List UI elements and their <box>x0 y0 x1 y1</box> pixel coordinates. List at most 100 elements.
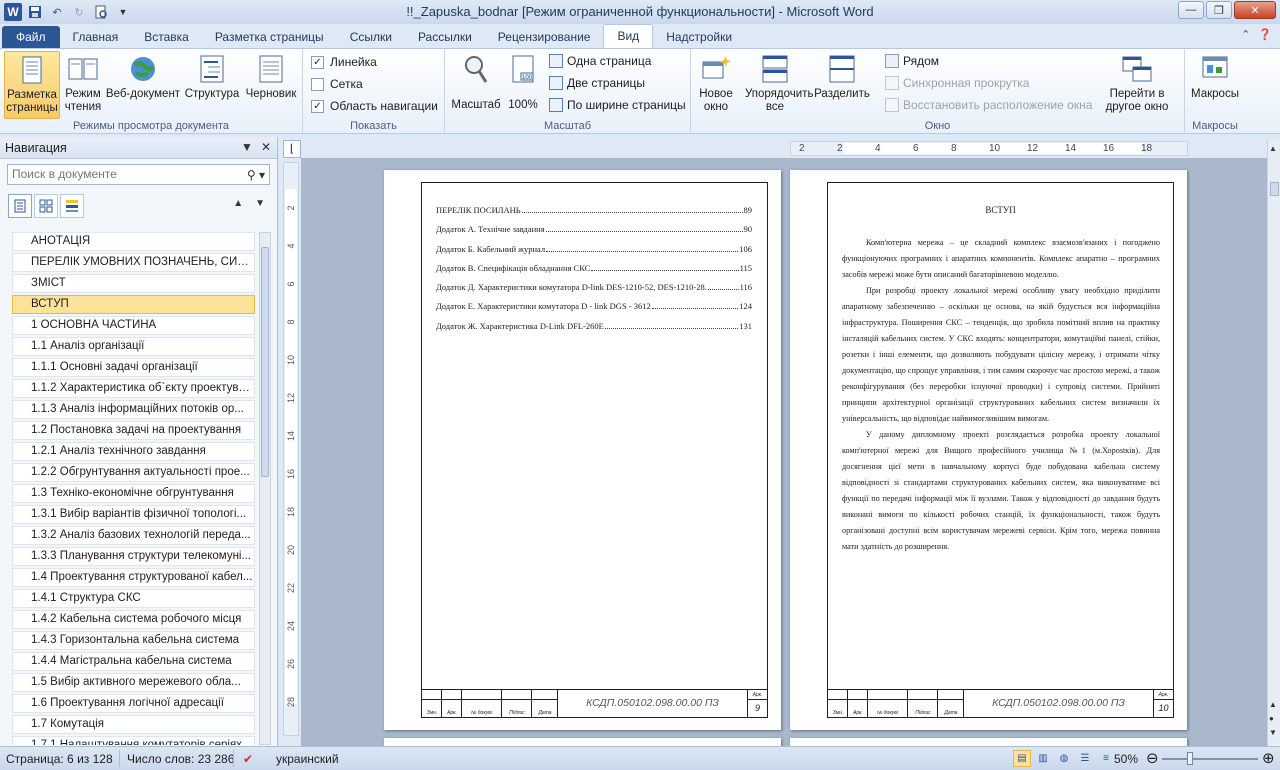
prev-page-icon[interactable]: ▲ <box>1269 700 1277 709</box>
nav-heading-item[interactable]: 1.2 Постановка задачі на проектування <box>12 421 255 440</box>
status-reading-icon[interactable]: ▥ <box>1034 750 1052 767</box>
spelling-status-icon[interactable]: ✔ <box>243 752 253 766</box>
tab-view[interactable]: Вид <box>603 24 654 48</box>
nav-heading-item[interactable]: 1.5 Вибір активного мережевого обла... <box>12 673 255 692</box>
word-logo-icon[interactable]: W <box>4 3 22 21</box>
one-page-button[interactable]: Одна страница <box>549 54 651 68</box>
nav-heading-item[interactable]: ЗМІСТ <box>12 274 255 293</box>
split-button[interactable]: Разделить <box>813 51 871 101</box>
toc-entry[interactable]: Додаток Б. Кабельний журнал 106 <box>436 244 752 263</box>
help-icon[interactable]: ❓ <box>1258 28 1272 41</box>
page-left[interactable]: ПЕРЕЛІК ПОСИЛАНЬ 89 Додаток А. Технічне за… <box>384 170 781 730</box>
customize-qat-icon[interactable]: ▼ <box>114 3 132 21</box>
ruler-checkbox[interactable]: ✓ Линейка <box>311 55 377 69</box>
print-layout-button[interactable]: Разметка страницы <box>4 51 60 119</box>
web-layout-button[interactable]: Веб-документ <box>104 51 182 101</box>
nav-heading-item[interactable]: 1.4.3 Горизонтальна кабельна система <box>12 631 255 650</box>
tab-home[interactable]: Главная <box>60 26 132 48</box>
nav-heading-item[interactable]: 1.6 Проектування логічної адресації <box>12 694 255 713</box>
toc-entry[interactable]: Додаток А. Технічне завдання 90 <box>436 224 752 243</box>
tab-selector-icon[interactable]: ⌊ <box>283 140 301 158</box>
search-icon[interactable]: ⚲ ▾ <box>247 166 265 185</box>
nav-close-icon[interactable]: ✕ <box>261 140 271 154</box>
status-outline-icon[interactable]: ☰ <box>1076 750 1094 767</box>
tab-addins[interactable]: Надстройки <box>653 26 745 48</box>
outline-button[interactable]: Структура <box>184 51 240 101</box>
nav-heading-item[interactable]: 1.1.3 Аналіз інформаційних потоків ор... <box>12 400 255 419</box>
nav-menu-icon[interactable]: ▼ <box>241 140 253 154</box>
toc-entry[interactable]: Додаток Е. Характеристики комутатора D -… <box>436 301 752 320</box>
nav-heading-item[interactable]: 1.1.1 Основні задачі організації <box>12 358 255 377</box>
zoom-in-icon[interactable]: ⊕ <box>1262 749 1275 767</box>
draft-button[interactable]: Черновик <box>242 51 300 101</box>
status-print-layout-icon[interactable]: ▤ <box>1013 750 1031 767</box>
tab-file[interactable]: Файл <box>2 26 60 48</box>
sync-scroll-button[interactable]: Синхронная прокрутка <box>885 76 1029 90</box>
document-area[interactable]: ПЕРЕЛІК ПОСИЛАНЬ 89 Додаток А. Технічне за… <box>301 158 1267 746</box>
tab-page-layout[interactable]: Разметка страницы <box>202 26 337 48</box>
page-right[interactable]: ВСТУП Комп'ютерна мережа – це складний к… <box>790 170 1187 730</box>
print-preview-icon[interactable] <box>92 3 110 21</box>
nav-heading-item[interactable]: 1.3.2 Аналіз базових технологій переда..… <box>12 526 255 545</box>
next-page-icon[interactable]: ▼ <box>1269 728 1277 737</box>
scroll-up-icon[interactable]: ▲ <box>1269 144 1277 153</box>
redo-icon[interactable]: ↻ <box>70 3 88 21</box>
nav-heading-item[interactable]: ВСТУП <box>12 295 255 314</box>
results-view-icon[interactable] <box>60 194 84 218</box>
reset-window-position-button[interactable]: Восстановить расположение окна <box>885 98 1092 112</box>
toc-entry[interactable]: Додаток Д. Характеристики комутатора D-l… <box>436 282 752 301</box>
nav-heading-item[interactable]: 1.1.2 Характеристика об`єкту проектува..… <box>12 379 255 398</box>
switch-windows-button[interactable]: Перейти в другое окно <box>1097 51 1177 114</box>
nav-heading-item[interactable]: 1.4.1 Структура СКС <box>12 589 255 608</box>
zoom-level[interactable]: 50% <box>1114 752 1138 766</box>
language-indicator[interactable]: украинский <box>276 752 339 766</box>
undo-icon[interactable]: ↶ <box>48 3 66 21</box>
pages-view-icon[interactable] <box>34 194 58 218</box>
word-count[interactable]: Число слов: 23 286 <box>127 752 234 766</box>
side-by-side-button[interactable]: Рядом <box>885 54 939 68</box>
document-scroll-thumb[interactable] <box>1270 182 1279 196</box>
nav-heading-item[interactable]: 1 ОСНОВНА ЧАСТИНА <box>12 316 255 335</box>
nav-heading-item[interactable]: 1.3.3 Планування структури телекомуні... <box>12 547 255 566</box>
document-scrollbar[interactable]: ▲ ▲ ● ▼ <box>1267 140 1280 746</box>
page-count[interactable]: Страница: 6 из 128 <box>6 752 113 766</box>
toc-entry[interactable]: Додаток В. Специфікація обладнання СКС 11… <box>436 263 752 282</box>
tab-review[interactable]: Рецензирование <box>485 26 604 48</box>
zoom-button[interactable]: Масштаб <box>451 51 501 112</box>
page-next-right[interactable] <box>790 738 1187 746</box>
tab-references[interactable]: Ссылки <box>337 26 405 48</box>
next-heading-icon[interactable]: ▼ <box>255 198 265 209</box>
status-web-icon[interactable]: ◍ <box>1055 750 1073 767</box>
new-window-button[interactable]: Новое окно <box>695 51 737 114</box>
minimize-ribbon-icon[interactable]: ⌃ <box>1241 28 1250 41</box>
macros-button[interactable]: Макросы <box>1187 51 1243 101</box>
nav-heading-item[interactable]: АНОТАЦІЯ <box>12 232 255 251</box>
horizontal-ruler[interactable]: 2 2 4 6 8 10 12 14 16 18 <box>790 141 1188 156</box>
nav-heading-item[interactable]: 1.7.1 Налаштування комутаторів серіях... <box>12 736 255 745</box>
vertical-ruler[interactable]: 2 4 6 8 10 12 14 16 18 20 22 24 26 28 <box>283 162 299 736</box>
nav-heading-item[interactable]: 1.7 Комутація <box>12 715 255 734</box>
nav-heading-item[interactable]: ПЕРЕЛІК УМОВНИХ ПОЗНАЧЕНЬ, СИМВ... <box>12 253 255 272</box>
close-icon[interactable]: ✕ <box>1234 1 1276 19</box>
nav-heading-item[interactable]: 1.1 Аналіз організації <box>12 337 255 356</box>
prev-heading-icon[interactable]: ▲ <box>233 198 243 209</box>
nav-heading-item[interactable]: 1.3 Техніко-економічне обгрунтування <box>12 484 255 503</box>
nav-heading-item[interactable]: 1.3.1 Вибір варіантів фізичної топологі.… <box>12 505 255 524</box>
minimize-icon[interactable]: — <box>1178 1 1204 19</box>
nav-heading-item[interactable]: 1.2.2 Обгрунтування актуальності прое... <box>12 463 255 482</box>
nav-heading-item[interactable]: 1.4 Проектування структурованої кабел... <box>12 568 255 587</box>
save-icon[interactable] <box>26 3 44 21</box>
nav-heading-item[interactable]: 1.4.4 Магістральна кабельна система <box>12 652 255 671</box>
zoom-out-icon[interactable]: ⊖ <box>1146 749 1159 767</box>
zoom-slider-knob[interactable] <box>1187 752 1193 765</box>
arrange-all-button[interactable]: Упорядочить все <box>739 51 813 114</box>
zoom-100-button[interactable]: 100 100% <box>505 51 541 112</box>
tab-insert[interactable]: Вставка <box>131 26 202 48</box>
nav-pane-checkbox[interactable]: ✓ Область навигации <box>311 99 438 113</box>
nav-scroll-thumb[interactable] <box>261 247 269 477</box>
zoom-slider[interactable] <box>1162 758 1258 760</box>
two-pages-button[interactable]: Две страницы <box>549 76 645 90</box>
restore-icon[interactable]: ❐ <box>1206 1 1232 19</box>
toc-entry[interactable]: ПЕРЕЛІК ПОСИЛАНЬ 89 <box>436 205 752 224</box>
nav-search-input[interactable]: Поиск в документе ⚲ ▾ <box>7 164 270 185</box>
